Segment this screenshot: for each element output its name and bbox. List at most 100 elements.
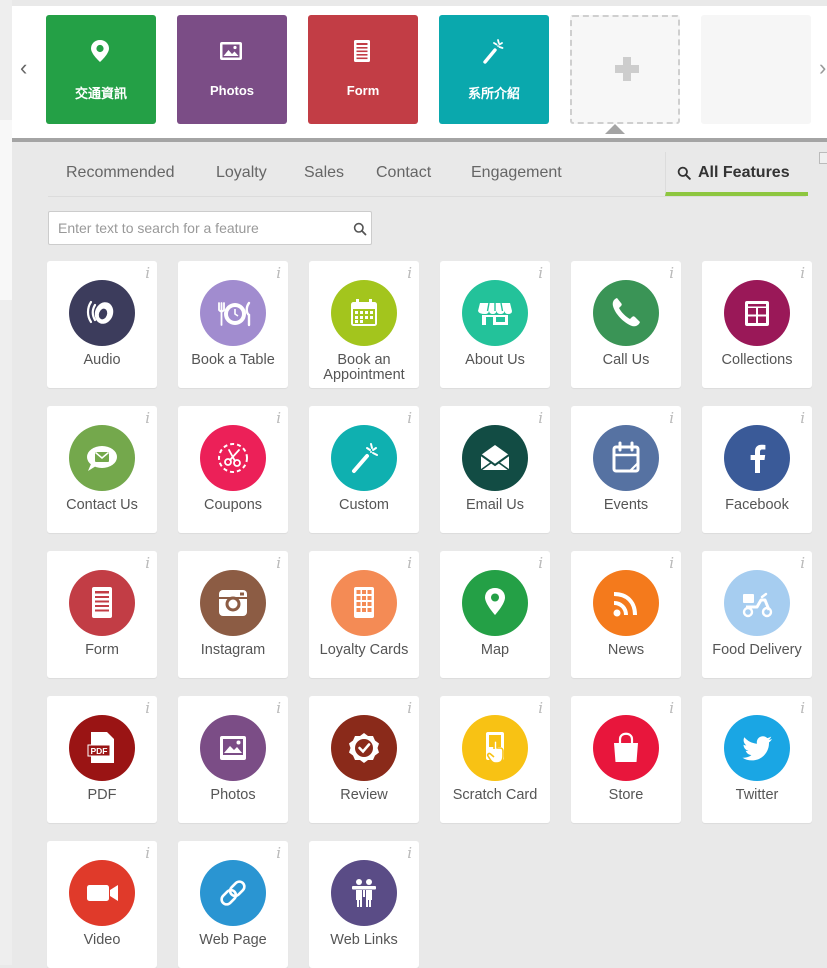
feature-card-scratch-card[interactable]: i Scratch Card	[440, 696, 550, 823]
info-icon[interactable]: i	[669, 554, 674, 572]
feature-tabs: Recommended Loyalty Sales Contact Engage…	[48, 152, 808, 197]
info-icon[interactable]: i	[800, 699, 805, 717]
feature-label: PDF	[87, 787, 117, 803]
info-icon[interactable]: i	[145, 264, 150, 282]
tab-loyalty[interactable]: Loyalty	[216, 164, 267, 182]
page-tile-label: Form	[346, 83, 380, 98]
feature-card-video[interactable]: i Video	[47, 841, 157, 968]
page-tile-department-intro[interactable]: 系所介紹	[439, 15, 549, 124]
info-icon[interactable]: i	[407, 699, 412, 717]
info-icon[interactable]: i	[669, 699, 674, 717]
panel-corner	[819, 152, 827, 164]
plus-icon	[612, 54, 642, 87]
map-pin-icon	[91, 40, 109, 62]
video-camera-icon	[69, 860, 135, 926]
feature-card-form[interactable]: i Form	[47, 551, 157, 678]
tab-all-features[interactable]: All Features	[665, 152, 808, 196]
feature-card-map[interactable]: i Map	[440, 551, 550, 678]
plate-cutlery-icon	[200, 280, 266, 346]
feature-card-facebook[interactable]: i Facebook	[702, 406, 812, 533]
info-icon[interactable]: i	[276, 264, 281, 282]
feature-label: Book an Appointment	[323, 352, 405, 383]
info-icon[interactable]: i	[407, 554, 412, 572]
feature-card-store[interactable]: i Store	[571, 696, 681, 823]
review-badge-icon	[331, 715, 397, 781]
feature-label: News	[607, 642, 645, 658]
feature-label: Custom	[339, 497, 389, 513]
tab-contact[interactable]: Contact	[376, 164, 431, 182]
feature-card-email-us[interactable]: i Email Us	[440, 406, 550, 533]
info-icon[interactable]: i	[538, 699, 543, 717]
form-icon	[354, 40, 370, 62]
search-icon	[677, 166, 691, 180]
feature-card-food-delivery[interactable]: i Food Delivery	[702, 551, 812, 678]
feature-card-news[interactable]: i News	[571, 551, 681, 678]
info-icon[interactable]: i	[276, 844, 281, 862]
info-icon[interactable]: i	[538, 264, 543, 282]
feature-label: Store	[608, 787, 644, 803]
feature-card-instagram[interactable]: i Instagram	[178, 551, 288, 678]
feature-label: Twitter	[735, 787, 779, 803]
search-icon[interactable]	[353, 222, 367, 236]
feature-label: Collections	[721, 352, 793, 368]
envelope-icon	[462, 425, 528, 491]
feature-card-audio[interactable]: i Audio	[47, 261, 157, 388]
prev-arrow-icon[interactable]: ‹	[20, 57, 27, 79]
feature-label: Events	[603, 497, 649, 513]
loyalty-card-icon	[331, 570, 397, 636]
tab-engagement[interactable]: Engagement	[471, 164, 562, 182]
search-input[interactable]	[49, 212, 339, 244]
feature-card-collections[interactable]: i Collections	[702, 261, 812, 388]
feature-card-web-page[interactable]: i Web Page	[178, 841, 288, 968]
feature-label: Food Delivery	[712, 642, 802, 658]
info-icon[interactable]: i	[276, 699, 281, 717]
form-icon	[69, 570, 135, 636]
feature-card-loyalty-cards[interactable]: i Loyalty Cards	[309, 551, 419, 678]
feature-card-twitter[interactable]: i Twitter	[702, 696, 812, 823]
coupon-scissors-icon	[200, 425, 266, 491]
add-page-tile[interactable]	[570, 15, 680, 124]
page-tile-photos[interactable]: Photos	[177, 15, 287, 124]
info-icon[interactable]: i	[669, 264, 674, 282]
info-icon[interactable]: i	[145, 554, 150, 572]
feature-card-web-links[interactable]: i Web Links	[309, 841, 419, 968]
tab-recommended[interactable]: Recommended	[66, 164, 175, 182]
info-icon[interactable]: i	[276, 409, 281, 427]
next-arrow-icon[interactable]: ›	[819, 57, 826, 79]
info-icon[interactable]: i	[538, 409, 543, 427]
feature-card-book-an-appointment[interactable]: i Book an Appointment	[309, 261, 419, 388]
info-icon[interactable]: i	[407, 264, 412, 282]
page-tile-form[interactable]: Form	[308, 15, 418, 124]
feature-card-review[interactable]: i Review	[309, 696, 419, 823]
tab-sales[interactable]: Sales	[304, 164, 344, 182]
info-icon[interactable]: i	[407, 409, 412, 427]
info-icon[interactable]: i	[800, 264, 805, 282]
active-slot-pointer	[605, 124, 625, 134]
info-icon[interactable]: i	[800, 409, 805, 427]
people-link-icon	[331, 860, 397, 926]
feature-card-photos[interactable]: i Photos	[178, 696, 288, 823]
info-icon[interactable]: i	[669, 409, 674, 427]
feature-card-book-a-table[interactable]: i Book a Table	[178, 261, 288, 388]
feature-card-about-us[interactable]: i About Us	[440, 261, 550, 388]
info-icon[interactable]: i	[407, 844, 412, 862]
info-icon[interactable]: i	[145, 844, 150, 862]
feature-card-events[interactable]: i Events	[571, 406, 681, 533]
feature-label: Coupons	[203, 497, 263, 513]
info-icon[interactable]: i	[145, 409, 150, 427]
feature-card-contact-us[interactable]: i Contact Us	[47, 406, 157, 533]
magic-wand-icon	[483, 39, 504, 64]
tab-all-features-label: All Features	[698, 164, 790, 181]
page-tile-traffic-info[interactable]: 交通資訊	[46, 15, 156, 124]
feature-label: Call Us	[602, 352, 650, 368]
info-icon[interactable]: i	[145, 699, 150, 717]
info-icon[interactable]: i	[538, 554, 543, 572]
feature-card-call-us[interactable]: i Call Us	[571, 261, 681, 388]
feature-card-pdf[interactable]: i PDF PDF	[47, 696, 157, 823]
info-icon[interactable]: i	[800, 554, 805, 572]
info-icon[interactable]: i	[276, 554, 281, 572]
feature-card-custom[interactable]: i Custom	[309, 406, 419, 533]
collections-icon	[724, 280, 790, 346]
shopping-bag-icon	[593, 715, 659, 781]
feature-card-coupons[interactable]: i Coupons	[178, 406, 288, 533]
